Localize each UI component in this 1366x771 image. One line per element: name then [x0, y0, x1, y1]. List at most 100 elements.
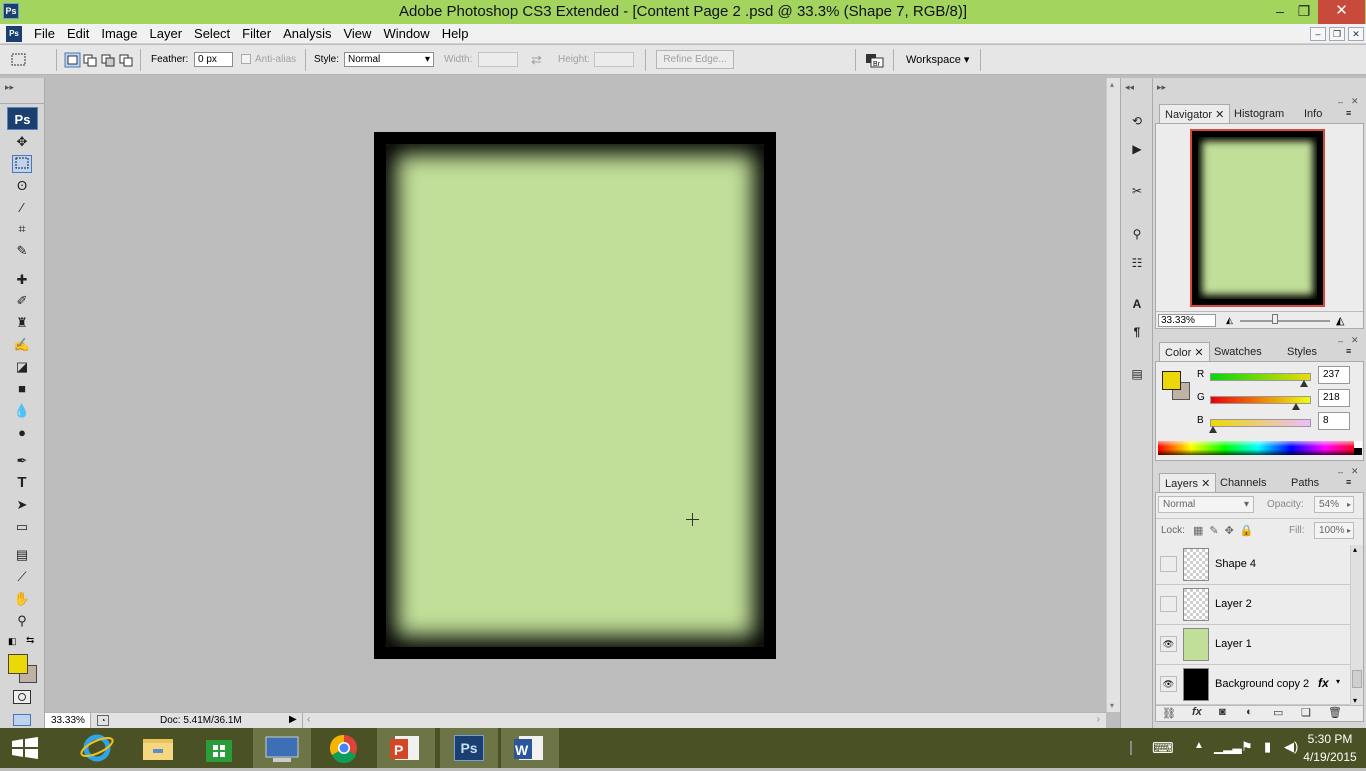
- antialias-checkbox[interactable]: [241, 54, 251, 64]
- scroll-right-icon[interactable]: ›: [1097, 714, 1100, 725]
- new-group-icon[interactable]: ▭: [1273, 706, 1283, 719]
- default-colors-icon[interactable]: ◧: [8, 636, 17, 647]
- feather-input[interactable]: 0 px: [194, 52, 233, 67]
- blue-slider[interactable]: [1210, 419, 1311, 427]
- gradient-tool-icon[interactable]: ■: [12, 380, 32, 398]
- navigator-preview[interactable]: [1190, 129, 1325, 307]
- eye-icon[interactable]: 👁: [1160, 636, 1177, 652]
- red-slider-thumb[interactable]: [1299, 380, 1308, 387]
- scroll-left-icon[interactable]: ‹: [307, 714, 310, 725]
- powerpoint-icon[interactable]: P: [377, 728, 435, 768]
- internet-explorer-icon[interactable]: [68, 728, 126, 768]
- status-menu-icon[interactable]: ◔: [97, 715, 109, 726]
- actions-panel-icon[interactable]: ▶: [1127, 138, 1147, 158]
- pen-tool-icon[interactable]: ✒: [12, 452, 32, 470]
- tab-swatches[interactable]: Swatches: [1209, 342, 1267, 362]
- clock-date[interactable]: 4/19/2015: [1300, 750, 1360, 764]
- dodge-tool-icon[interactable]: ●: [12, 424, 32, 442]
- battery-icon[interactable]: ▮: [1264, 739, 1271, 755]
- magic-wand-icon[interactable]: ⁄: [12, 199, 32, 217]
- scroll-down-icon[interactable]: ▾: [1353, 696, 1357, 705]
- scroll-down-icon[interactable]: ▾: [1110, 701, 1114, 710]
- layer-comps-icon[interactable]: ▤: [1127, 363, 1147, 383]
- toolbox-header[interactable]: ▸▸: [0, 78, 45, 104]
- doc-minimize-button[interactable]: –: [1310, 27, 1326, 41]
- layer-row-background-copy-2[interactable]: 👁 Background copy 2 fx ▾: [1156, 665, 1350, 705]
- fill-input[interactable]: 100% ▸: [1314, 522, 1354, 539]
- blue-value-input[interactable]: 8: [1318, 412, 1350, 430]
- link-layers-icon[interactable]: ⛓: [1162, 707, 1176, 720]
- clone-stamp-icon[interactable]: ♜: [12, 314, 32, 332]
- layers-scrollbar[interactable]: ▴ ▾: [1350, 545, 1363, 705]
- network-icon[interactable]: ▁▂▃: [1214, 740, 1242, 754]
- remote-desktop-icon[interactable]: [253, 728, 311, 768]
- brush-tool-icon[interactable]: ✐: [12, 292, 32, 310]
- path-selection-icon[interactable]: ➤: [12, 496, 32, 514]
- brushes-panel-icon[interactable]: ⚲: [1127, 223, 1147, 243]
- close-icon[interactable]: ✕: [1201, 478, 1210, 490]
- tab-channels[interactable]: Channels: [1215, 473, 1271, 493]
- layer-row-layer-2[interactable]: Layer 2: [1156, 585, 1350, 625]
- quick-mask-icon[interactable]: [13, 690, 31, 704]
- history-panel-icon[interactable]: ⟲: [1127, 110, 1147, 130]
- vertical-scrollbar[interactable]: ▴ ▾: [1106, 78, 1120, 712]
- workspace-menu[interactable]: Workspace ▾: [906, 53, 969, 66]
- tab-histogram[interactable]: Histogram: [1229, 104, 1289, 124]
- zoom-in-icon[interactable]: ◭: [1336, 314, 1344, 327]
- bridge-icon[interactable]: Br: [862, 51, 888, 69]
- style-select[interactable]: Normal ▾: [344, 52, 434, 67]
- zoom-tool-icon[interactable]: ⚲: [12, 612, 32, 630]
- blue-slider-thumb[interactable]: [1209, 426, 1218, 433]
- add-mask-icon[interactable]: ◙: [1219, 706, 1226, 718]
- layer-row-layer-1[interactable]: 👁 Layer 1: [1156, 625, 1350, 665]
- healing-brush-icon[interactable]: ✚: [12, 271, 32, 289]
- slice-tool-icon[interactable]: ✎: [12, 242, 32, 260]
- doc-restore-button[interactable]: ❐: [1329, 27, 1345, 41]
- eye-icon[interactable]: 👁: [1160, 676, 1177, 692]
- show-hidden-icons[interactable]: ▲: [1194, 740, 1204, 751]
- menu-filter[interactable]: Filter: [236, 24, 277, 44]
- menu-edit[interactable]: Edit: [61, 24, 95, 44]
- menu-layer[interactable]: Layer: [144, 24, 189, 44]
- black-white-swatch[interactable]: [1354, 441, 1362, 455]
- horizontal-scrollbar[interactable]: ‹ ›: [302, 713, 1106, 728]
- clone-source-icon[interactable]: ☷: [1127, 252, 1147, 272]
- swap-colors-icon[interactable]: ⇆: [26, 635, 34, 646]
- character-panel-icon[interactable]: A: [1127, 293, 1147, 313]
- color-spectrum-bar[interactable]: [1158, 441, 1358, 455]
- menu-image[interactable]: Image: [95, 24, 143, 44]
- navigator-zoom-input[interactable]: 33.33%: [1158, 314, 1216, 327]
- clock-time[interactable]: 5:30 PM: [1300, 732, 1360, 746]
- menu-analysis[interactable]: Analysis: [277, 24, 337, 44]
- document-icon[interactable]: Ps: [6, 26, 22, 42]
- chevron-down-icon[interactable]: ▾: [1336, 677, 1340, 686]
- visibility-toggle-off[interactable]: [1160, 596, 1177, 612]
- crop-tool-icon[interactable]: ⌗: [12, 220, 32, 238]
- scroll-thumb[interactable]: [1352, 670, 1362, 688]
- eraser-tool-icon[interactable]: ◪: [12, 358, 32, 376]
- menu-view[interactable]: View: [337, 24, 377, 44]
- zoom-slider-thumb[interactable]: [1272, 314, 1278, 324]
- blur-tool-icon[interactable]: 💧: [12, 402, 32, 420]
- keyboard-icon[interactable]: ⌨: [1152, 739, 1174, 757]
- width-input[interactable]: [478, 52, 518, 67]
- menu-file[interactable]: File: [28, 24, 61, 44]
- dock-expand-icon[interactable]: ▸▸: [1157, 82, 1166, 93]
- opacity-input[interactable]: 54% ▸: [1314, 496, 1354, 513]
- menu-help[interactable]: Help: [436, 24, 475, 44]
- tab-layers[interactable]: Layers ✕: [1159, 473, 1217, 493]
- panel-menu-icon[interactable]: ≡: [1346, 108, 1351, 118]
- foreground-color-swatch[interactable]: [8, 654, 28, 674]
- word-icon[interactable]: W: [501, 728, 559, 768]
- paragraph-panel-icon[interactable]: ¶: [1127, 321, 1147, 341]
- action-center-icon[interactable]: ⚑: [1241, 739, 1253, 755]
- lasso-tool-icon[interactable]: ʘ: [12, 177, 32, 195]
- store-icon[interactable]: [190, 728, 248, 768]
- tab-navigator[interactable]: Navigator ✕: [1159, 104, 1231, 124]
- panel-menu-icon[interactable]: ≡: [1346, 477, 1351, 487]
- zoom-level-field[interactable]: 33.33%: [45, 713, 91, 728]
- start-button[interactable]: [0, 728, 50, 768]
- red-slider[interactable]: [1210, 373, 1311, 381]
- chrome-icon[interactable]: [315, 728, 373, 768]
- maximize-button[interactable]: ❐: [1290, 0, 1318, 24]
